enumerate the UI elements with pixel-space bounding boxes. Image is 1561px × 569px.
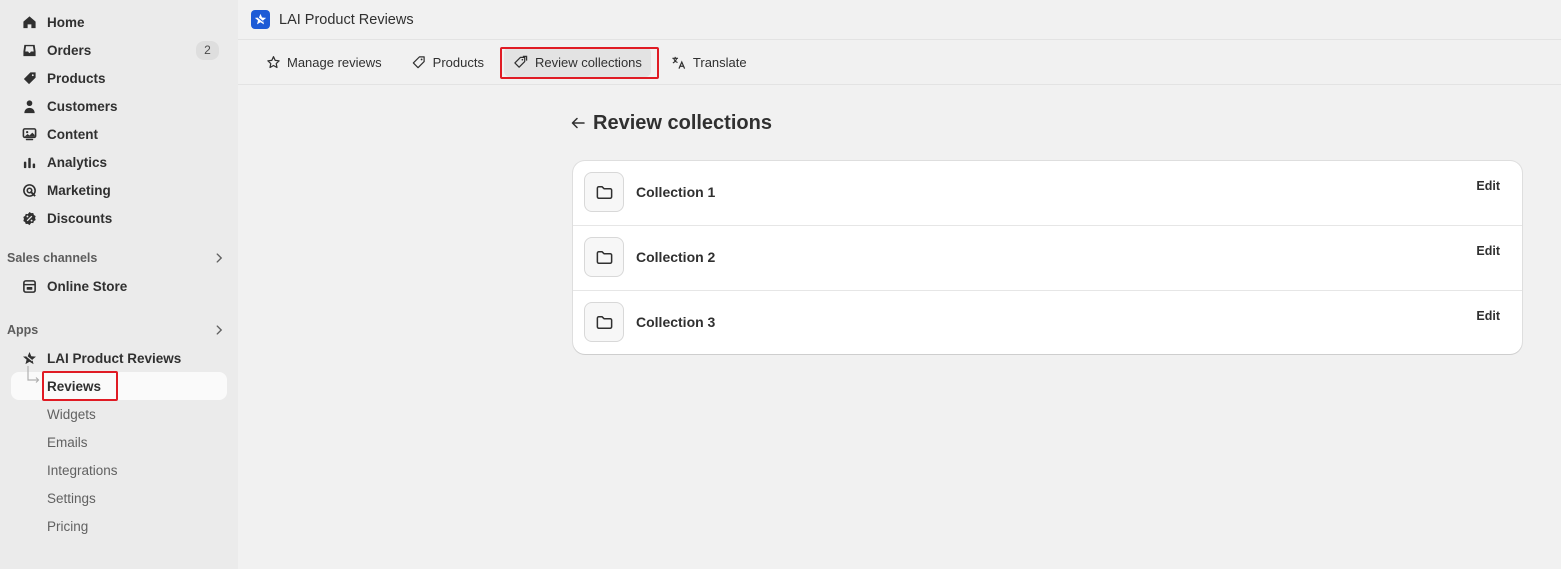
sidebar-item-label: Analytics xyxy=(47,154,108,170)
sidebar-subitem-widgets[interactable]: Widgets xyxy=(11,400,227,428)
apps-header[interactable]: Apps xyxy=(7,316,227,344)
tab-label: Translate xyxy=(692,54,747,70)
tree-connector-icon xyxy=(27,366,40,383)
sidebar-subitem-integrations[interactable]: Integrations xyxy=(11,456,227,484)
collections-card: Collection 1 Edit Collection 2 Edit Coll… xyxy=(573,161,1522,354)
app-shell: Home Orders 2 Products Customers Content… xyxy=(0,0,1561,569)
tab-products[interactable]: Products xyxy=(402,47,493,77)
app-tabs: Manage reviews Products Review collectio… xyxy=(238,40,1561,85)
sales-channels-header[interactable]: Sales channels xyxy=(7,244,227,272)
sidebar-subitem-settings[interactable]: Settings xyxy=(11,484,227,512)
sidebar-item-discounts[interactable]: Discounts xyxy=(11,204,227,232)
tab-label: Products xyxy=(432,54,484,70)
store-icon xyxy=(21,278,37,294)
page-title: Review collections xyxy=(593,111,772,134)
sidebar-item-online-store[interactable]: Online Store xyxy=(11,272,227,300)
app-topbar: LAI Product Reviews xyxy=(238,0,1561,40)
sidebar-item-customers[interactable]: Customers xyxy=(11,92,227,120)
sidebar-subitem-label: Integrations xyxy=(47,462,118,478)
sidebar-item-label: Discounts xyxy=(47,210,113,226)
folder-icon xyxy=(584,172,624,212)
tab-label: Manage reviews xyxy=(287,54,382,70)
sidebar-item-label: Home xyxy=(47,14,85,30)
app-title: LAI Product Reviews xyxy=(279,11,414,28)
collection-name: Collection 3 xyxy=(636,314,716,330)
person-icon xyxy=(21,98,37,114)
edit-collection-button[interactable]: Edit xyxy=(1476,309,1500,323)
page-content: Review collections Collection 1 Edit Col… xyxy=(571,108,1523,354)
image-icon xyxy=(21,126,37,142)
apps-heading: Apps xyxy=(7,323,39,337)
sidebar-item-label: Marketing xyxy=(47,182,111,198)
sidebar-item-label: Customers xyxy=(47,98,118,114)
sidebar-item-label: Online Store xyxy=(47,278,128,294)
sidebar-item-content[interactable]: Content xyxy=(11,120,227,148)
collection-name: Collection 2 xyxy=(636,249,716,265)
orders-count-badge: 2 xyxy=(196,40,219,60)
bar-chart-icon xyxy=(21,154,37,170)
sidebar-subitem-emails[interactable]: Emails xyxy=(11,428,227,456)
sidebar-subitem-label: Widgets xyxy=(47,406,96,422)
sidebar-item-label: Orders xyxy=(47,42,92,58)
edit-collection-button[interactable]: Edit xyxy=(1476,244,1500,258)
home-icon xyxy=(21,14,37,30)
discount-icon xyxy=(21,210,37,226)
collection-row[interactable]: Collection 3 Edit xyxy=(573,291,1522,354)
main-area: LAI Product Reviews Manage reviews Produ… xyxy=(238,0,1561,569)
sidebar: Home Orders 2 Products Customers Content… xyxy=(0,0,238,569)
sidebar-subitem-label: Settings xyxy=(47,490,96,506)
translate-icon xyxy=(671,54,687,70)
sidebar-subitem-reviews[interactable]: Reviews xyxy=(11,366,227,400)
sidebar-item-products[interactable]: Products xyxy=(11,64,227,92)
tags-icon xyxy=(513,54,529,70)
tab-label: Review collections xyxy=(534,54,642,70)
edit-collection-button[interactable]: Edit xyxy=(1476,179,1500,193)
chevron-right-icon xyxy=(211,250,227,266)
sidebar-subitem-pricing[interactable]: Pricing xyxy=(11,512,227,540)
star-icon xyxy=(265,54,281,70)
tab-manage-reviews[interactable]: Manage reviews xyxy=(256,47,391,77)
sidebar-subitem-label: Reviews xyxy=(47,378,102,394)
sidebar-item-analytics[interactable]: Analytics xyxy=(11,148,227,176)
sidebar-item-label: LAI Product Reviews xyxy=(47,350,182,366)
chevron-right-icon xyxy=(211,322,227,338)
collection-row[interactable]: Collection 1 Edit xyxy=(573,161,1522,226)
target-icon xyxy=(21,182,37,198)
sidebar-item-label: Content xyxy=(47,126,98,142)
page-header: Review collections xyxy=(571,108,1523,138)
inbox-icon xyxy=(21,42,37,58)
collection-row[interactable]: Collection 2 Edit xyxy=(573,226,1522,291)
lai-star-logo-icon xyxy=(21,350,37,366)
folder-icon xyxy=(584,237,624,277)
sidebar-item-home[interactable]: Home xyxy=(11,8,227,36)
app-logo-icon xyxy=(251,10,270,29)
tag-icon xyxy=(411,54,427,70)
folder-icon xyxy=(584,302,624,342)
sidebar-item-marketing[interactable]: Marketing xyxy=(11,176,227,204)
tab-review-collections[interactable]: Review collections xyxy=(503,47,651,77)
sidebar-item-label: Products xyxy=(47,70,106,86)
collection-name: Collection 1 xyxy=(636,184,716,200)
tag-icon xyxy=(21,70,37,86)
sidebar-subitem-label: Pricing xyxy=(47,518,89,534)
sidebar-item-orders[interactable]: Orders 2 xyxy=(11,36,227,64)
sidebar-item-lai-product-reviews[interactable]: LAI Product Reviews xyxy=(11,344,227,372)
tab-translate[interactable]: Translate xyxy=(662,47,756,77)
sidebar-subitem-label: Emails xyxy=(47,434,88,450)
back-arrow-icon[interactable] xyxy=(565,110,591,136)
sales-channels-heading: Sales channels xyxy=(7,251,98,265)
